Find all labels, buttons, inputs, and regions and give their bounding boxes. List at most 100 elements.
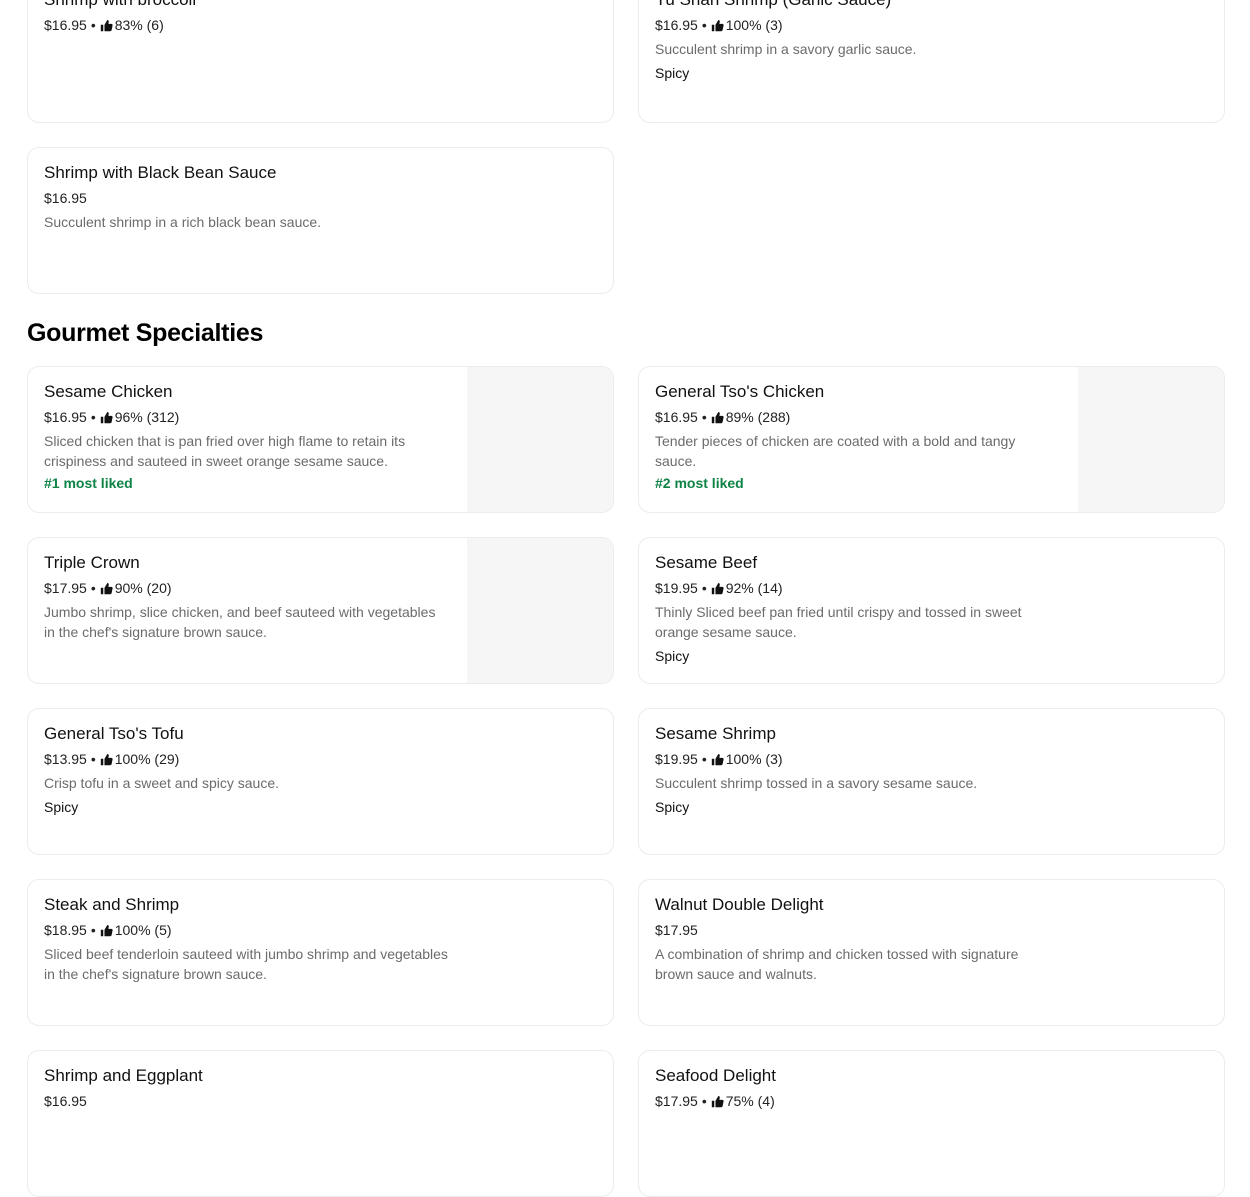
item-name: Shrimp with broccoli <box>44 0 448 10</box>
item-rating: 100% (3) <box>725 17 783 33</box>
item-price: $13.95 <box>44 751 87 767</box>
item-rating: 100% (3) <box>725 751 783 767</box>
item-name: General Tso's Tofu <box>44 724 184 743</box>
separator: • <box>90 580 96 596</box>
thumbs-up-icon <box>100 19 113 32</box>
spicy-tag: Spicy <box>655 799 690 815</box>
item-price: $17.95 <box>655 1093 698 1109</box>
item-meta: $16.95 <box>44 1091 448 1111</box>
item-name: Triple Crown <box>44 553 140 572</box>
item-rating: 100% (5) <box>114 922 172 938</box>
item-name: Shrimp and Eggplant <box>44 1066 203 1085</box>
item-description: Tender pieces of chicken are coated with… <box>655 433 1016 469</box>
thumbs-up-icon <box>100 753 113 766</box>
item-description: Succulent shrimp in a savory garlic sauc… <box>655 41 917 57</box>
item-meta: $16.95 • 89% (288) <box>655 407 1059 427</box>
menu-item-card[interactable]: Triple Crown $17.95 • 90% (20) Jumbo shr… <box>27 537 614 684</box>
item-name: Seafood Delight <box>655 1066 776 1085</box>
item-name: Yu Shan Shrimp (Garlic Sauce) <box>655 0 1059 10</box>
menu-item-card[interactable]: Seafood Delight $17.95 • 75% (4) <box>638 1050 1225 1197</box>
item-description: Thinly Sliced beef pan fried until crisp… <box>655 604 1022 640</box>
separator: • <box>90 409 96 425</box>
item-meta: $16.95 • 96% (312) <box>44 407 448 427</box>
item-rating: 96% (312) <box>114 409 180 425</box>
section-title: Gourmet Specialties <box>27 319 264 347</box>
separator: • <box>701 751 707 767</box>
item-description: A combination of shrimp and chicken toss… <box>655 946 1019 982</box>
item-price: $16.95 <box>655 17 698 33</box>
menu-item-card[interactable]: General Tso's Chicken $16.95 • 89% (288)… <box>638 366 1225 513</box>
item-price: $16.95 <box>44 17 87 33</box>
menu-item-card[interactable]: Steak and Shrimp $18.95 • 100% (5) Slice… <box>27 879 614 1026</box>
item-image <box>467 367 613 512</box>
item-name: Walnut Double Delight <box>655 895 824 914</box>
item-description: Jumbo shrimp, slice chicken, and beef sa… <box>44 604 436 640</box>
menu-item-card[interactable]: Shrimp with Black Bean Sauce $16.95 Succ… <box>27 147 614 294</box>
separator: • <box>701 17 707 33</box>
menu-item-card[interactable]: Shrimp with broccoli $16.95 • 83% (6) <box>27 0 614 123</box>
item-name: Steak and Shrimp <box>44 895 180 914</box>
item-price: $17.95 <box>655 922 698 938</box>
item-meta: $17.95 <box>655 920 1059 940</box>
separator: • <box>90 17 96 33</box>
separator: • <box>90 922 96 938</box>
spicy-tag: Spicy <box>655 648 690 664</box>
item-description: Sliced chicken that is pan fried over hi… <box>44 433 406 469</box>
thumbs-up-icon <box>100 582 113 595</box>
item-price: $19.95 <box>655 580 698 596</box>
item-price: $18.95 <box>44 922 87 938</box>
item-image <box>1078 367 1224 512</box>
item-meta: $16.95 • 83% (6) <box>44 15 448 35</box>
item-rating: 83% (6) <box>114 17 164 33</box>
menu-item-card[interactable]: Yu Shan Shrimp (Garlic Sauce) $16.95 • 1… <box>638 0 1225 123</box>
menu-item-card[interactable]: Walnut Double Delight $17.95 A combinati… <box>638 879 1225 1026</box>
item-description: Succulent shrimp tossed in a savory sesa… <box>655 775 978 791</box>
item-price: $19.95 <box>655 751 698 767</box>
separator: • <box>90 751 96 767</box>
thumbs-up-icon <box>100 924 113 937</box>
menu-item-card[interactable]: Sesame Shrimp $19.95 • 100% (3) Succulen… <box>638 708 1225 855</box>
item-price: $16.95 <box>44 190 87 206</box>
thumbs-up-icon <box>711 1095 724 1108</box>
item-price: $16.95 <box>655 409 698 425</box>
item-price: $17.95 <box>44 580 87 596</box>
thumbs-up-icon <box>711 19 724 32</box>
item-meta: $18.95 • 100% (5) <box>44 920 448 940</box>
menu-item-card[interactable]: Shrimp and Eggplant $16.95 <box>27 1050 614 1197</box>
item-rating: 75% (4) <box>725 1093 775 1109</box>
item-meta: $16.95 • 100% (3) <box>655 15 1059 35</box>
item-meta: $17.95 • 75% (4) <box>655 1091 1059 1111</box>
item-description: Succulent shrimp in a rich black bean sa… <box>44 214 322 230</box>
item-name: Sesame Beef <box>655 553 758 572</box>
spicy-tag: Spicy <box>44 799 79 815</box>
item-meta: $16.95 <box>44 188 448 208</box>
spicy-tag: Spicy <box>655 65 690 81</box>
thumbs-up-icon <box>711 582 724 595</box>
most-liked-badge: #1 most liked <box>44 475 133 491</box>
menu-item-card[interactable]: Sesame Beef $19.95 • 92% (14) Thinly Sli… <box>638 537 1225 684</box>
item-name: Shrimp with Black Bean Sauce <box>44 163 277 182</box>
item-meta: $13.95 • 100% (29) <box>44 749 448 769</box>
thumbs-up-icon <box>711 753 724 766</box>
item-name: General Tso's Chicken <box>655 382 825 401</box>
item-price: $16.95 <box>44 409 87 425</box>
separator: • <box>701 409 707 425</box>
item-meta: $19.95 • 92% (14) <box>655 578 1059 598</box>
item-rating: 90% (20) <box>114 580 172 596</box>
most-liked-badge: #2 most liked <box>655 475 744 491</box>
item-rating: 89% (288) <box>725 409 791 425</box>
item-meta: $19.95 • 100% (3) <box>655 749 1059 769</box>
menu-item-card[interactable]: General Tso's Tofu $13.95 • 100% (29) Cr… <box>27 708 614 855</box>
separator: • <box>701 1093 707 1109</box>
thumbs-up-icon <box>711 411 724 424</box>
item-rating: 100% (29) <box>114 751 180 767</box>
item-rating: 92% (14) <box>725 580 783 596</box>
thumbs-up-icon <box>100 411 113 424</box>
separator: • <box>701 580 707 596</box>
item-description: Sliced beef tenderloin sauteed with jumb… <box>44 946 448 982</box>
item-name: Sesame Shrimp <box>655 724 776 743</box>
item-description: Crisp tofu in a sweet and spicy sauce. <box>44 775 280 791</box>
item-image <box>467 538 613 683</box>
menu-item-card[interactable]: Sesame Chicken $16.95 • 96% (312) Sliced… <box>27 366 614 513</box>
item-name: Sesame Chicken <box>44 382 173 401</box>
